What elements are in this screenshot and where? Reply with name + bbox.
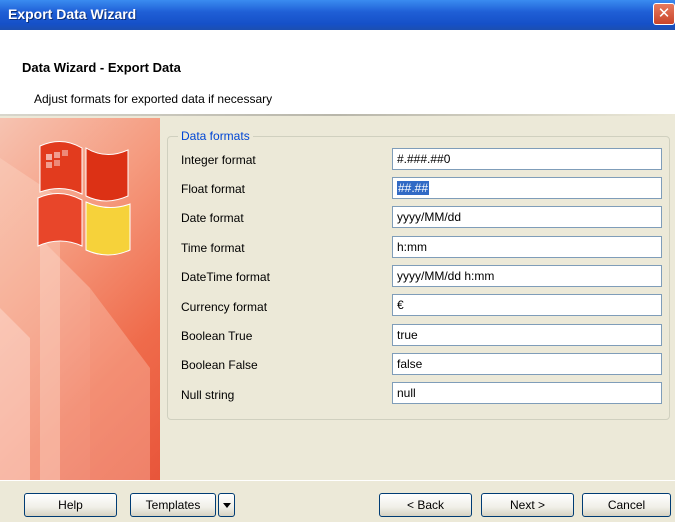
boolean-true-label: Boolean True [181, 329, 253, 343]
data-formats-legend: Data formats [178, 129, 253, 143]
window-title: Export Data Wizard [8, 6, 137, 22]
date-format-field[interactable] [392, 206, 662, 228]
currency-format-field[interactable] [392, 294, 662, 316]
boolean-false-field[interactable] [392, 353, 662, 375]
time-format-label: Time format [181, 241, 245, 255]
wizard-sidebar [0, 118, 160, 480]
wizard-header: Data Wizard - Export Data Adjust formats… [0, 30, 675, 116]
float-format-field[interactable]: ##.## [392, 177, 662, 199]
boolean-false-label: Boolean False [181, 358, 258, 372]
null-string-field[interactable] [392, 382, 662, 404]
datetime-format-field[interactable] [392, 265, 662, 287]
help-button[interactable]: Help [24, 493, 117, 517]
float-format-label: Float format [181, 182, 246, 196]
null-string-label: Null string [181, 388, 235, 402]
next-button[interactable]: Next > [481, 493, 574, 517]
close-icon[interactable]: ✕ [653, 3, 675, 25]
header-separator [0, 114, 675, 116]
date-format-label: Date format [181, 211, 244, 225]
windows-flag-logo-icon [37, 141, 131, 256]
sidebar-decoration [0, 141, 150, 480]
integer-format-label: Integer format [181, 153, 256, 167]
boolean-true-field[interactable] [392, 324, 662, 346]
back-button[interactable]: < Back [379, 493, 472, 517]
title-bar: Export Data Wizard ✕ [0, 0, 675, 30]
header-subtitle: Adjust formats for exported data if nece… [34, 92, 273, 106]
chevron-down-icon[interactable] [218, 493, 235, 517]
time-format-field[interactable] [392, 236, 662, 258]
currency-format-label: Currency format [181, 300, 268, 314]
templates-button[interactable]: Templates [130, 493, 216, 517]
datetime-format-label: DateTime format [181, 270, 270, 284]
header-title: Data Wizard - Export Data [22, 60, 181, 75]
integer-format-field[interactable] [392, 148, 662, 170]
cancel-button[interactable]: Cancel [582, 493, 671, 517]
float-format-value: ##.## [397, 181, 430, 195]
footer-separator [0, 480, 675, 481]
